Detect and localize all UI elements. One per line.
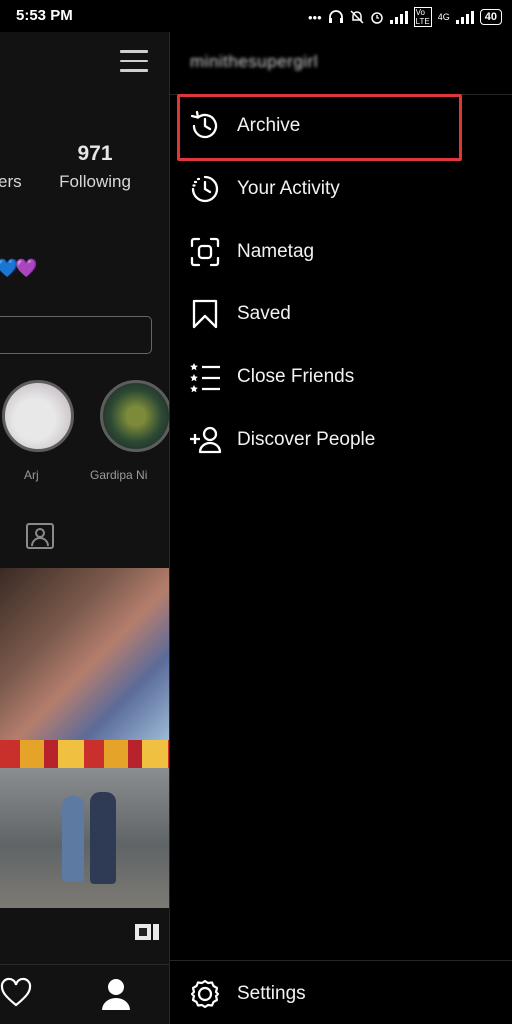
bookmark-icon xyxy=(188,297,222,331)
menu-item-label: Nametag xyxy=(237,241,315,262)
menu-item-close-friends[interactable]: Close Friends xyxy=(170,349,512,405)
menu-item-archive[interactable]: Archive xyxy=(170,98,512,154)
status-bar: 5:53 PM ••• Vo LTE 4G 40 xyxy=(0,0,512,32)
status-icons: ••• Vo LTE 4G 40 xyxy=(308,7,502,27)
post-thumbnail[interactable] xyxy=(0,568,169,740)
activity-icon xyxy=(188,172,222,206)
story-highlight[interactable] xyxy=(2,380,74,452)
menu-item-your-activity[interactable]: Your Activity xyxy=(170,161,512,217)
menu-item-discover-people[interactable]: Discover People xyxy=(170,412,512,468)
heart-icon[interactable] xyxy=(0,977,32,1009)
menu-item-label: Settings xyxy=(237,983,306,1004)
menu-item-saved[interactable]: Saved xyxy=(170,286,512,342)
side-drawer: minithesupergirl Archive Your Activity N… xyxy=(169,32,512,1024)
following-count[interactable]: 971 xyxy=(52,142,138,166)
post-thumbnail[interactable] xyxy=(0,768,169,908)
followers-label: ers xyxy=(0,172,22,191)
menu-item-label: Close Friends xyxy=(237,366,355,387)
network-type: 4G xyxy=(437,12,450,22)
story-label: Arj xyxy=(24,468,39,482)
menu-hamburger-icon[interactable] xyxy=(120,50,148,74)
gear-icon xyxy=(188,977,222,1011)
profile-background: ers 971 Following 💙💜 Arj Gardipa Ni xyxy=(0,32,169,1024)
volte-icon: Vo LTE xyxy=(413,7,432,27)
tagged-icon[interactable] xyxy=(24,520,56,552)
signal-icon-2 xyxy=(455,10,474,24)
headset-icon xyxy=(328,10,343,23)
nametag-icon xyxy=(188,235,222,269)
menu-item-settings[interactable]: Settings xyxy=(170,966,512,1022)
menu-item-nametag[interactable]: Nametag xyxy=(170,224,512,280)
story-label: Gardipa Ni xyxy=(90,468,148,482)
mute-bell-icon xyxy=(350,10,364,24)
signal-icon xyxy=(389,10,408,24)
status-time: 5:53 PM xyxy=(16,7,73,24)
drawer-username: minithesupergirl xyxy=(190,52,318,71)
following-label[interactable]: Following xyxy=(52,172,138,192)
video-icon xyxy=(135,924,159,940)
add-person-icon xyxy=(188,423,222,457)
archive-icon xyxy=(188,109,222,143)
edit-profile-button[interactable] xyxy=(0,316,152,354)
divider xyxy=(170,960,512,961)
bottom-navigation xyxy=(0,964,169,1024)
menu-item-label: Your Activity xyxy=(237,178,340,199)
story-highlight[interactable] xyxy=(100,380,169,452)
more-dots-icon: ••• xyxy=(308,9,322,25)
post-thumbnail[interactable] xyxy=(0,740,169,768)
battery-indicator: 40 xyxy=(479,9,502,25)
alarm-icon xyxy=(370,12,383,24)
close-friends-icon xyxy=(188,360,222,394)
menu-item-label: Discover People xyxy=(237,429,376,450)
menu-item-label: Archive xyxy=(237,115,301,136)
bio-hearts: 💙💜 xyxy=(0,258,38,278)
profile-icon[interactable] xyxy=(100,977,132,1011)
menu-item-label: Saved xyxy=(237,303,291,324)
